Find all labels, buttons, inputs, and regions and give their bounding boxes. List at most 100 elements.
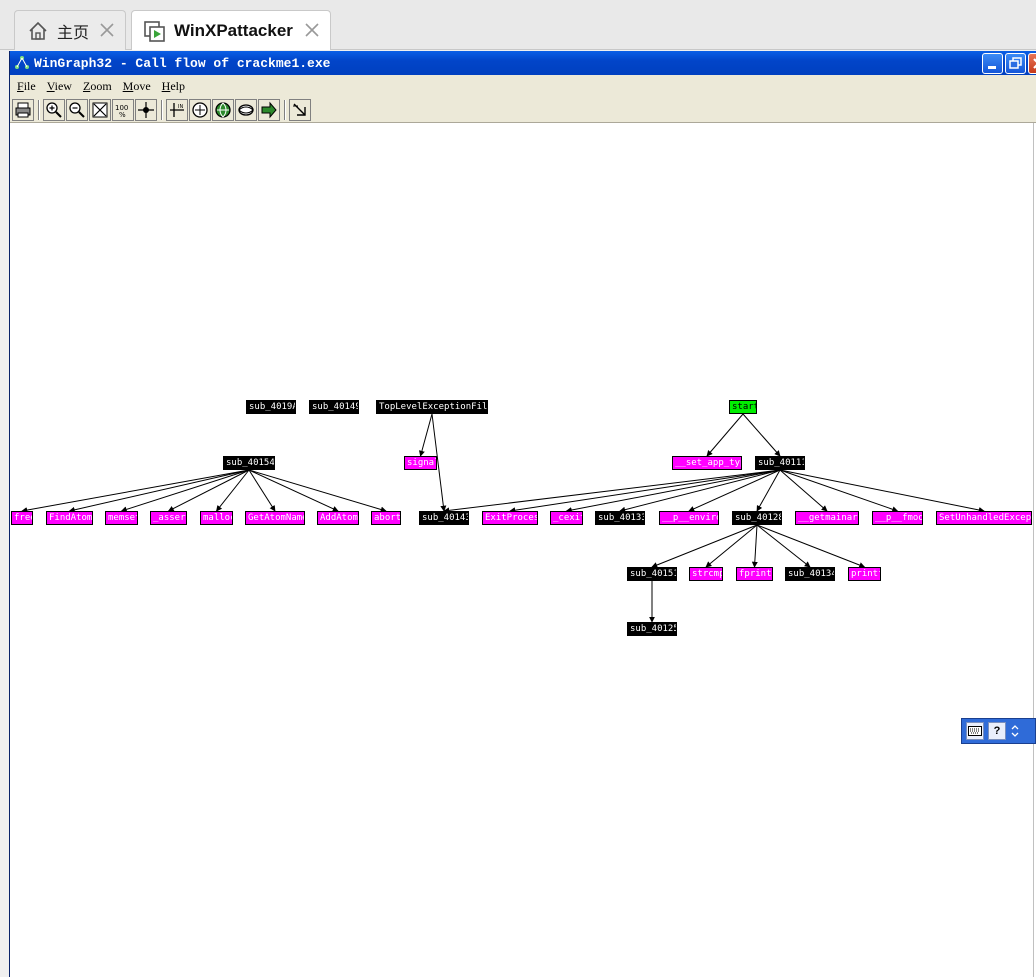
call-edge <box>742 413 781 457</box>
graph-node-getmainargs[interactable]: __getmainargs <box>795 511 859 525</box>
vm-play-icon <box>140 16 170 46</box>
graph-node-sub-401330[interactable]: sub_401330 <box>595 511 645 525</box>
graph-node-sub-4019a0[interactable]: sub_4019A0 <box>246 400 296 414</box>
graph-node-strcmp[interactable]: strcmp <box>689 567 723 581</box>
printer-icon <box>15 102 31 118</box>
close-icon[interactable] <box>99 22 115 38</box>
call-edge <box>705 524 758 568</box>
close-icon[interactable] <box>304 22 320 38</box>
menu-file[interactable]: File <box>17 79 36 94</box>
fit-to-window-button[interactable] <box>89 99 111 121</box>
canvas-scroll-edge <box>1033 123 1034 977</box>
toolbar-separator <box>38 100 40 120</box>
call-edge <box>248 469 387 513</box>
graph-node-getatomnamea[interactable]: GetAtomNameA <box>245 511 305 525</box>
tab-home[interactable]: 主页 <box>14 10 126 50</box>
window-title: WinGraph32 - Call flow of crackme1.exe <box>34 55 331 71</box>
toolbar-separator <box>161 100 163 120</box>
graph-node-free[interactable]: free <box>11 511 33 525</box>
call-edge <box>167 469 250 512</box>
menu-view[interactable]: View <box>47 79 72 94</box>
circle-layout-icon <box>192 102 208 118</box>
graph-node-sub-401110[interactable]: sub_401110 <box>755 456 805 470</box>
call-edge <box>443 469 781 514</box>
follow-edge-icon <box>293 103 306 116</box>
graph-node-malloc[interactable]: malloc <box>200 511 233 525</box>
menu-bar: File View Zoom Move Help <box>10 76 1036 96</box>
graph-node-assert[interactable]: _assert <box>150 511 187 525</box>
zoom-out-icon <box>69 102 85 118</box>
crosshair-icon <box>138 102 154 118</box>
follow-edge-button[interactable] <box>289 99 311 121</box>
graph-node-addatoma[interactable]: AddAtomA <box>317 511 359 525</box>
graph-canvas[interactable]: sub_4019A0 sub_401490 TopLevelExceptionFil… <box>10 123 1036 977</box>
menu-move[interactable]: Move <box>123 79 151 94</box>
ime-options-icon[interactable] <box>1010 722 1020 740</box>
toolbar-separator <box>284 100 286 120</box>
graph-node-abort[interactable]: abort <box>371 511 401 525</box>
wingraph-window: WinGraph32 - Call flow of crackme1.exe F… <box>9 51 1036 977</box>
svg-text:%: % <box>119 111 126 119</box>
call-edge <box>779 469 985 513</box>
move-node-icon: IN <box>170 103 184 117</box>
call-edge <box>756 524 866 568</box>
graph-node-sub-401490[interactable]: sub_401490 <box>309 400 359 414</box>
graph-node-sub-401510[interactable]: sub_401510 <box>627 567 677 581</box>
graph-node-exitprocess[interactable]: ExitProcess <box>482 511 538 525</box>
minimize-button[interactable] <box>982 53 1003 74</box>
layout-globe-button[interactable] <box>212 99 234 121</box>
graph-node-memset[interactable]: memset <box>105 511 138 525</box>
print-button[interactable] <box>12 99 34 121</box>
arrow-layout-icon <box>261 101 277 119</box>
title-bar[interactable]: WinGraph32 - Call flow of crackme1.exe <box>10 51 1036 75</box>
menu-zoom[interactable]: Zoom <box>83 79 112 94</box>
graph-node-sub-401430[interactable]: sub_401430 <box>419 511 469 525</box>
graph-node-sub-401280[interactable]: sub_401280 <box>732 511 782 525</box>
graph-node-sub-401340[interactable]: sub_401340 <box>785 567 835 581</box>
svg-text:IN: IN <box>178 104 183 110</box>
call-edge <box>688 469 781 512</box>
zoom-in-button[interactable] <box>43 99 65 121</box>
call-edge <box>706 413 744 457</box>
move-node-button[interactable]: IN <box>166 99 188 121</box>
tab-winxpattacker-label: WinXPattacker <box>174 20 293 40</box>
fit-window-icon <box>92 102 108 118</box>
call-edge <box>756 469 781 512</box>
call-edge <box>779 469 828 512</box>
close-window-button[interactable] <box>1028 53 1036 74</box>
ime-help-button[interactable]: ? <box>988 722 1006 740</box>
menu-help[interactable]: Help <box>162 79 185 94</box>
graph-node-p-environ[interactable]: __p__environ <box>659 511 719 525</box>
layout-arrow-button[interactable] <box>258 99 280 121</box>
tab-winxpattacker[interactable]: WinXPattacker <box>131 10 331 50</box>
layout-fish-button[interactable] <box>235 99 257 121</box>
layout-circle-button[interactable] <box>189 99 211 121</box>
graph-node-sub-401250[interactable]: sub_401250 <box>627 622 677 636</box>
home-icon <box>23 16 53 46</box>
graph-node-findatoma[interactable]: FindAtomA <box>46 511 93 525</box>
fisheye-icon <box>238 104 254 116</box>
center-button[interactable] <box>135 99 157 121</box>
restore-button[interactable] <box>1005 53 1026 74</box>
call-edge <box>651 524 758 568</box>
graph-node-set-app-type[interactable]: __set_app_type <box>672 456 742 470</box>
zoom-100-button[interactable]: 100% <box>112 99 134 121</box>
call-edge <box>120 469 250 513</box>
zoom-100-icon: 100% <box>115 104 128 119</box>
graph-node-signal[interactable]: signal <box>404 456 437 470</box>
graph-node-toplevelexceptionfilter[interactable]: TopLevelExceptionFilter <box>376 400 488 414</box>
graph-node-setunhandledexceptio[interactable]: SetUnhandledExceptio <box>936 511 1032 525</box>
graph-node-fprintf[interactable]: fprintf <box>736 567 773 581</box>
graph-node-sub-401540[interactable]: sub_401540 <box>223 456 275 470</box>
graph-node-p-fmode[interactable]: __p__fmode <box>872 511 923 525</box>
graph-node-cexit[interactable]: _cexit <box>550 511 583 525</box>
graph-node-start[interactable]: start <box>729 400 757 414</box>
zoom-in-icon <box>46 102 62 118</box>
ime-toolbar: ? <box>961 718 1036 744</box>
zoom-out-button[interactable] <box>66 99 88 121</box>
call-edges <box>21 413 985 623</box>
keyboard-icon[interactable] <box>966 722 984 740</box>
graph-node-printf[interactable]: printf <box>848 567 881 581</box>
host-tab-strip: 主页 WinXPattacker <box>0 0 1036 50</box>
tab-home-label: 主页 <box>57 24 90 42</box>
